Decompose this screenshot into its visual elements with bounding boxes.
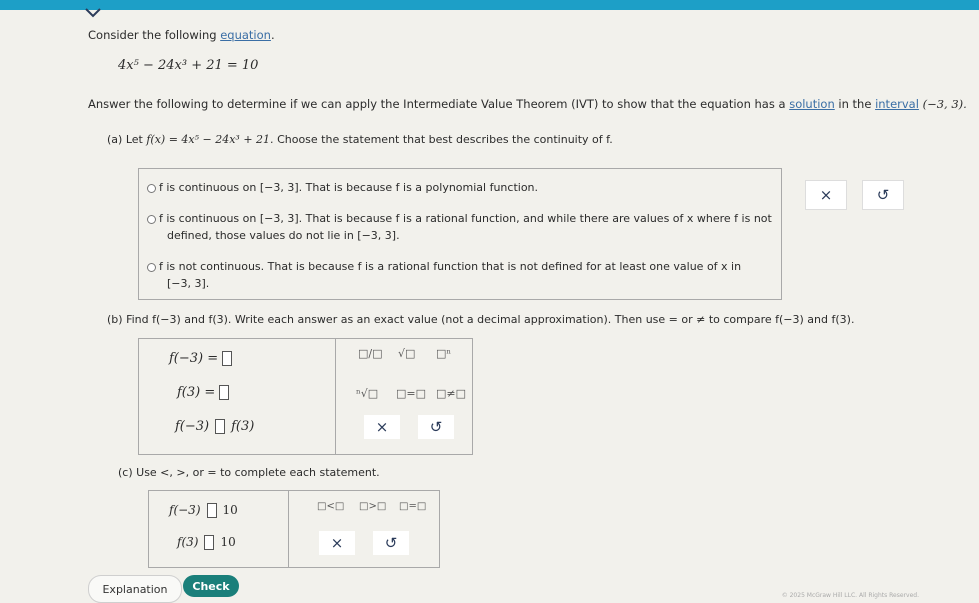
part-c-input-2[interactable] xyxy=(204,535,215,550)
option-3-radio[interactable] xyxy=(147,263,156,272)
equation: 4x⁵ − 24x³ + 21 = 10 xyxy=(118,58,259,73)
option-2-text-cont: defined, those values do not lie in [−3,… xyxy=(167,229,400,242)
top-accent-bar xyxy=(0,0,979,10)
f-neg3-row: f(−3) = xyxy=(169,351,233,366)
part-c-toolbar: □<□ □>□ □=□ × ↺ xyxy=(288,490,440,568)
intro-text: Consider the following equation. xyxy=(88,28,275,42)
copyright-text: © 2025 McGraw Hill LLC. All Rights Reser… xyxy=(781,592,919,599)
f-neg3-input[interactable] xyxy=(222,351,233,366)
compare-row: f(−3) f(3) xyxy=(175,419,255,434)
equal-tool-c[interactable]: □=□ xyxy=(399,501,426,512)
solution-link[interactable]: solution xyxy=(789,97,835,111)
power-tool[interactable]: □ⁿ xyxy=(436,347,451,360)
f-3-row: f(3) = xyxy=(177,385,230,400)
part-c-answer-box: f(−3) 10 f(3) 10 xyxy=(148,490,290,568)
greater-than-tool[interactable]: □>□ xyxy=(359,501,386,512)
part-a-label: (a) Let f(x) = 4x⁵ − 24x³ + 21. Choose t… xyxy=(107,133,613,146)
check-button[interactable]: Check xyxy=(183,575,239,597)
fraction-tool[interactable]: □/□ xyxy=(358,347,383,360)
part-b-toolbar: □/□ √□ □ⁿ ⁿ√□ □=□ □≠□ × ↺ xyxy=(335,338,473,455)
less-than-tool[interactable]: □<□ xyxy=(317,501,344,512)
option-1-radio[interactable] xyxy=(147,184,156,193)
compare-input[interactable] xyxy=(215,419,226,434)
clear-button-c[interactable]: × xyxy=(319,531,355,555)
part-b-answer-box: f(−3) = f(3) = f(−3) f(3) xyxy=(138,338,337,455)
option-3-text-cont: [−3, 3]. xyxy=(167,277,210,290)
part-c-row-1: f(−3) 10 xyxy=(169,503,238,518)
option-1-text: f is continuous on [−3, 3]. That is beca… xyxy=(159,181,539,194)
undo-button-a[interactable]: ↺ xyxy=(862,180,904,210)
interval-link[interactable]: interval xyxy=(875,97,919,111)
part-a-options-box: f is continuous on [−3, 3]. That is beca… xyxy=(138,168,782,300)
undo-button-c[interactable]: ↺ xyxy=(373,531,409,555)
explanation-button[interactable]: Explanation xyxy=(88,575,182,603)
nthroot-tool[interactable]: ⁿ√□ xyxy=(356,387,378,400)
sqrt-tool[interactable]: √□ xyxy=(398,347,415,360)
equation-link[interactable]: equation xyxy=(220,28,271,42)
equal-tool[interactable]: □=□ xyxy=(396,387,426,400)
undo-button-b[interactable]: ↺ xyxy=(418,415,454,439)
clear-button-b[interactable]: × xyxy=(364,415,400,439)
part-c-prompt: (c) Use <, >, or = to complete each stat… xyxy=(118,466,380,479)
option-2-radio[interactable] xyxy=(147,215,156,224)
chevron-down-icon[interactable] xyxy=(84,6,102,20)
part-c-input-1[interactable] xyxy=(206,503,217,518)
part-b-prompt: (b) Find f(−3) and f(3). Write each answ… xyxy=(107,313,855,326)
instruction-text: Answer the following to determine if we … xyxy=(88,97,967,111)
part-c-row-2: f(3) 10 xyxy=(177,535,236,550)
clear-button-a[interactable]: × xyxy=(805,180,847,210)
f-3-input[interactable] xyxy=(219,385,230,400)
option-3-text: f is not continuous. That is because f i… xyxy=(159,260,742,273)
not-equal-tool[interactable]: □≠□ xyxy=(436,387,466,400)
option-2-text: f is continuous on [−3, 3]. That is beca… xyxy=(159,212,772,225)
